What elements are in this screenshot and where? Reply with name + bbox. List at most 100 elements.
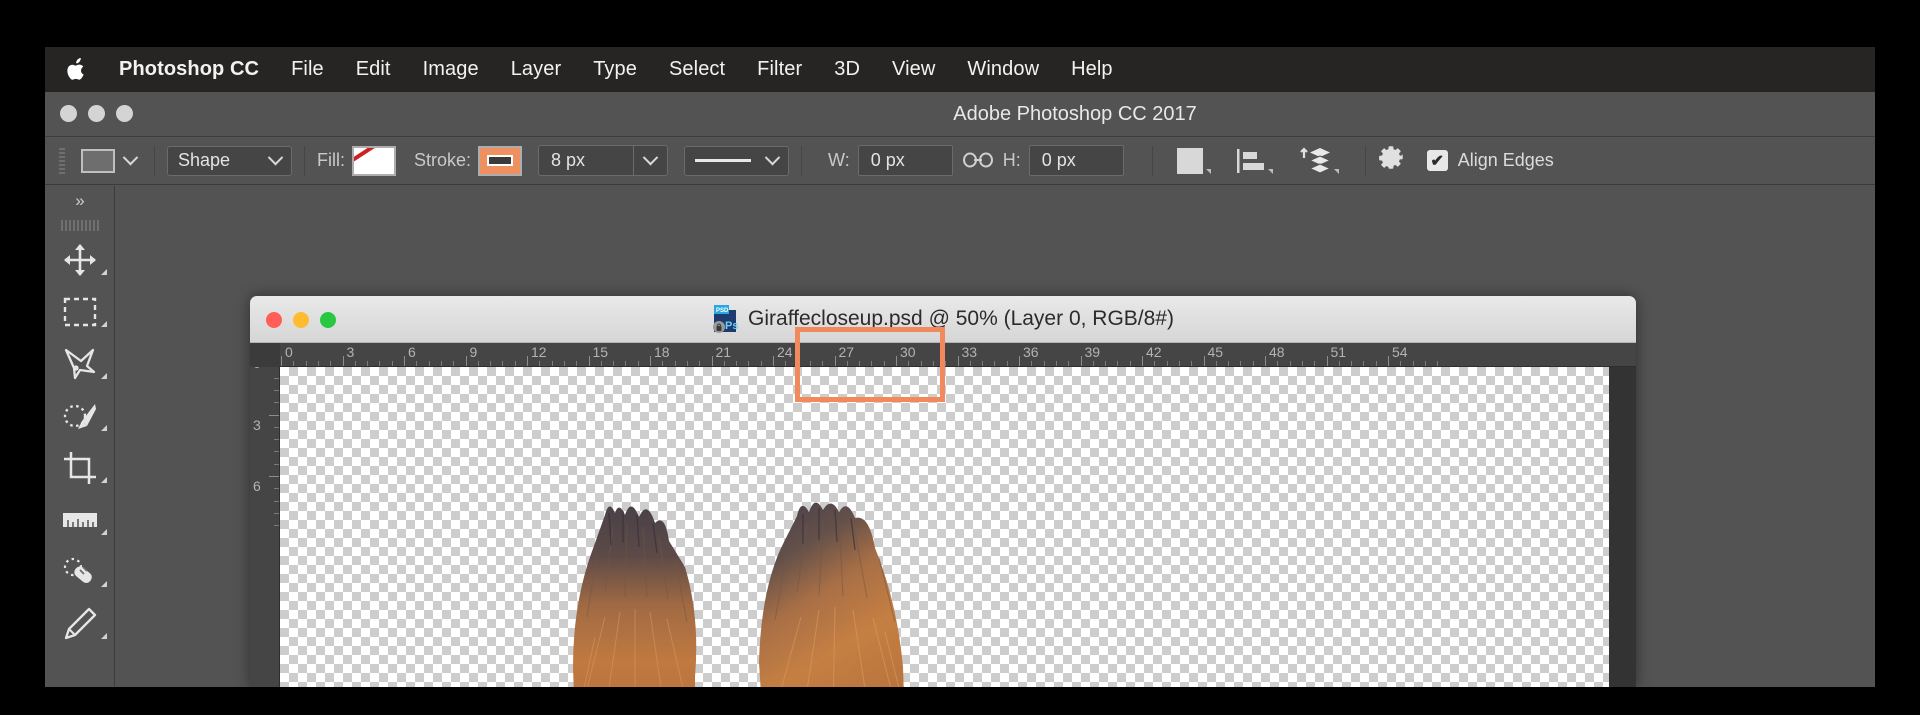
- menu-item-file[interactable]: File: [275, 58, 340, 81]
- lasso-tool[interactable]: [45, 338, 114, 390]
- ruler-tick-label: 9: [469, 344, 478, 360]
- stroke-width-select[interactable]: 8 px: [538, 145, 669, 176]
- ruler-minor-tick: [477, 361, 479, 366]
- ruler-minor-tick: [317, 361, 319, 366]
- ruler-minor-tick: [1375, 361, 1377, 366]
- ruler-minor-tick: [354, 361, 356, 366]
- crop-tool[interactable]: [45, 442, 114, 494]
- brush-tool[interactable]: [45, 598, 114, 650]
- ruler-minor-tick: [908, 361, 910, 366]
- ruler-tick-label: 6: [408, 344, 416, 360]
- document-zoom-button[interactable]: [320, 312, 336, 328]
- menu-item-filter[interactable]: Filter: [741, 58, 818, 81]
- rectangular-marquee-tool[interactable]: [45, 286, 114, 338]
- tool-mode-select[interactable]: Shape: [167, 145, 292, 176]
- path-alignment-icon[interactable]: [1236, 148, 1273, 174]
- ruler-tick-label: 51: [1330, 344, 1347, 360]
- path-arrangement-icon[interactable]: [1299, 147, 1339, 174]
- tools-panel-grip[interactable]: [45, 216, 114, 234]
- ruler-minor-tick: [576, 361, 578, 366]
- align-edges-checkbox[interactable]: ✔: [1426, 150, 1448, 171]
- quick-selection-tool[interactable]: [45, 390, 114, 442]
- menu-item-photoshop-cc[interactable]: Photoshop CC: [113, 58, 275, 81]
- ruler-minor-tick: [563, 361, 565, 366]
- menu-item-view[interactable]: View: [876, 58, 951, 81]
- ruler-minor-tick: [539, 361, 541, 366]
- ruler-tick-label: 45: [1207, 344, 1224, 360]
- ruler-minor-tick: [994, 361, 996, 366]
- width-label: W:: [828, 150, 850, 170]
- ruler-minor-tick: [1166, 361, 1168, 366]
- ruler-minor-tick: [1055, 361, 1057, 366]
- ruler-tick-label: 27: [838, 344, 855, 360]
- tool-submenu-indicator: [101, 269, 107, 275]
- ruler-tick: [1203, 356, 1205, 366]
- stroke-type-select[interactable]: [684, 145, 790, 176]
- ruler-tick: [957, 356, 959, 366]
- application-title-bar: Adobe Photoshop CC 2017: [45, 92, 1875, 137]
- tools-panel: »: [45, 186, 115, 687]
- giraffe-ossicone-right: [759, 502, 904, 687]
- ruler-minor-tick: [274, 377, 279, 379]
- chevron-down-icon: [267, 149, 284, 166]
- ruler-minor-tick: [859, 361, 861, 366]
- menu-item-image[interactable]: Image: [407, 58, 495, 81]
- ruler-minor-tick: [809, 361, 811, 366]
- collapse-panel-button[interactable]: »: [45, 186, 114, 216]
- menu-item-3d[interactable]: 3D: [818, 58, 876, 81]
- ruler-tick-label: 21: [715, 344, 732, 360]
- move-tool[interactable]: [45, 234, 114, 286]
- spot-healing-brush-tool[interactable]: [45, 546, 114, 598]
- ruler-minor-tick: [1400, 361, 1402, 366]
- menu-item-edit[interactable]: Edit: [340, 58, 407, 81]
- menu-item-layer[interactable]: Layer: [495, 58, 578, 81]
- ruler-minor-tick: [1351, 361, 1353, 366]
- document-window: PSD Ps Giraffecloseup.psd @ 50% (Layer 0…: [250, 296, 1636, 687]
- ruler-minor-tick: [440, 361, 442, 366]
- ruler-minor-tick: [1006, 361, 1008, 366]
- canvas[interactable]: [280, 367, 1609, 687]
- height-input[interactable]: 0 px: [1028, 145, 1124, 176]
- eyedropper-ruler-tool[interactable]: [45, 494, 114, 546]
- ruler-tick-label: 18: [654, 344, 670, 360]
- ruler-minor-tick: [1031, 361, 1033, 366]
- ruler-minor-tick: [945, 361, 947, 366]
- horizontal-ruler[interactable]: 0 3 6 9 12 15 18 21 24 27 30 33 36 39 42 45 48 51 54: [250, 343, 1636, 367]
- stroke-label: Stroke:: [414, 150, 472, 170]
- document-close-button[interactable]: [266, 312, 282, 328]
- ruler-minor-tick: [785, 361, 787, 366]
- ruler-minor-tick: [1215, 361, 1217, 366]
- fill-color-swatch[interactable]: [352, 145, 396, 176]
- chain-link-icon[interactable]: [962, 148, 993, 174]
- ruler-tick-label: 54: [1392, 344, 1408, 360]
- ruler-minor-tick: [1129, 361, 1131, 366]
- ruler-tick: [773, 356, 774, 366]
- gear-icon[interactable]: [1378, 144, 1405, 178]
- options-bar-grip[interactable]: [59, 147, 65, 174]
- vertical-ruler[interactable]: 036: [250, 343, 280, 687]
- tool-submenu-indicator: [101, 321, 107, 327]
- ruler-tick: [1142, 356, 1143, 366]
- ruler-minor-tick: [699, 361, 701, 366]
- menu-item-window[interactable]: Window: [951, 58, 1055, 81]
- stroke-color-swatch[interactable]: [478, 145, 523, 176]
- menu-item-help[interactable]: Help: [1055, 58, 1129, 81]
- ruler-minor-tick: [502, 361, 504, 366]
- document-title: Giraffecloseup.psd @ 50% (Layer 0, RGB/8…: [748, 307, 1174, 330]
- ruler-minor-tick: [1154, 361, 1156, 366]
- document-minimize-button[interactable]: [293, 312, 309, 328]
- stroke-width-value: 8 px: [539, 146, 635, 175]
- ruler-tick-label: 48: [1269, 344, 1285, 360]
- ruler-minor-tick: [551, 361, 553, 366]
- tool-preset-picker[interactable]: [75, 148, 142, 173]
- path-operations-icon[interactable]: [1176, 147, 1211, 174]
- ruler-origin-corner[interactable]: [250, 343, 280, 367]
- ruler-minor-tick: [1228, 361, 1230, 366]
- ruler-minor-tick: [1338, 361, 1340, 366]
- apple-logo-icon[interactable]: [65, 57, 87, 83]
- ruler-tick: [711, 356, 713, 366]
- menu-item-select[interactable]: Select: [653, 58, 741, 81]
- menu-item-type[interactable]: Type: [577, 58, 653, 81]
- width-input[interactable]: 0 px: [857, 145, 953, 176]
- svg-text:PSD: PSD: [716, 308, 729, 314]
